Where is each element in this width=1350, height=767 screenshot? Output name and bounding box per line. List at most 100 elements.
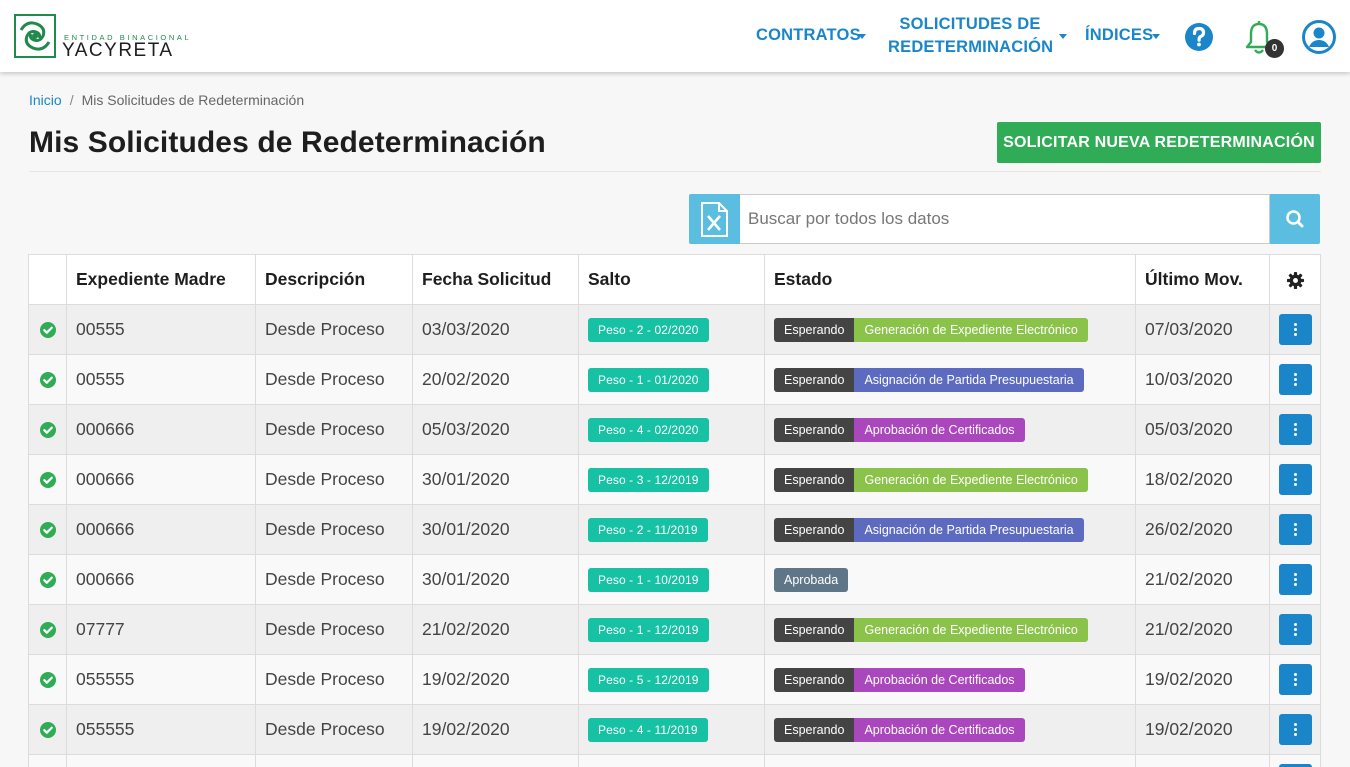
table-row[interactable]: 000666 Desde Proceso 30/01/2020 Peso - 1…	[28, 554, 1321, 605]
brand-logo[interactable]: ENTIDAD BINACIONAL YACYRETA	[14, 14, 214, 61]
row-status-cell	[28, 354, 67, 405]
header-ultimo-mov[interactable]: Último Mov.	[1135, 254, 1270, 305]
nav-indices[interactable]: ÍNDICES	[1085, 24, 1153, 47]
estado-prefix: Esperando	[774, 667, 855, 692]
salto-badge: Peso - 4 - 02/2020	[588, 417, 709, 442]
header-estado[interactable]: Estado	[764, 254, 1136, 305]
nav-solicitudes-line1: SOLICITUDES DE	[899, 15, 1041, 33]
search-input[interactable]	[740, 194, 1270, 244]
table-row[interactable]: 000666 Desde Proceso 30/01/2020 Peso - 3…	[28, 454, 1321, 505]
header-expediente[interactable]: Expediente Madre	[66, 254, 256, 305]
row-status-cell	[28, 604, 67, 655]
nav-solicitudes-line2: REDETERMINACIÓN	[888, 38, 1054, 56]
row-status-cell	[28, 554, 67, 605]
row-status-cell	[28, 404, 67, 455]
estado-label: Aprobación de Certificados	[854, 717, 1025, 742]
header-fecha[interactable]: Fecha Solicitud	[412, 254, 579, 305]
expediente-cell: 00555	[66, 304, 256, 355]
salto-badge: Peso - 1 - 12/2019	[588, 617, 709, 642]
row-actions-button[interactable]	[1278, 714, 1312, 745]
header-descripcion[interactable]: Descripción	[255, 254, 413, 305]
salto-cell: Peso - 1 - 01/2020	[578, 354, 765, 405]
row-actions-button[interactable]	[1278, 364, 1312, 395]
row-status-cell	[28, 304, 67, 355]
table-row[interactable]: 00555 Desde Proceso 03/03/2020 Peso - 2 …	[28, 304, 1321, 355]
help-icon[interactable]	[1184, 22, 1214, 52]
ultimo-mov-cell: 21/02/2020	[1135, 554, 1270, 605]
expediente-cell: 000666	[66, 454, 256, 505]
brand-name: YACYRETA	[62, 40, 174, 61]
row-status-cell	[28, 504, 67, 555]
table-row[interactable]: 07777 Desde Proceso 21/02/2020 Peso - 1 …	[28, 604, 1321, 655]
ultimo-mov-cell: 10/03/2020	[1135, 354, 1270, 405]
descripcion-cell: Desde Proceso	[255, 554, 413, 605]
page-title: Mis Solicitudes de Redeterminación	[29, 126, 546, 159]
estado-badge: Esperando Generación de Expediente Electr…	[774, 467, 1088, 492]
breadcrumb-home-link[interactable]: Inicio	[29, 92, 62, 108]
fecha-solicitud-cell: 03/03/2020	[412, 304, 579, 355]
check-circle-icon	[39, 422, 56, 439]
estado-label: Generación de Expediente Electrónico	[854, 617, 1088, 642]
new-redetermination-button[interactable]: SOLICITAR NUEVA REDETERMINACIÓN	[997, 122, 1321, 163]
salto-cell: Peso - 2 - 02/2020	[578, 304, 765, 355]
table-row[interactable]: 055555 Desde Proceso 19/02/2020 Peso - 4…	[28, 704, 1321, 755]
nav-solicitudes[interactable]: SOLICITUDES DE REDETERMINACIÓN	[888, 13, 1054, 59]
row-actions-button[interactable]	[1278, 664, 1312, 695]
row-status-cell	[28, 654, 67, 705]
notifications-count-badge: 0	[1265, 39, 1284, 58]
row-actions-button[interactable]	[1278, 414, 1312, 445]
row-actions-button[interactable]	[1278, 514, 1312, 545]
row-actions-cell	[1269, 704, 1321, 755]
nav-contratos[interactable]: CONTRATOS	[756, 24, 861, 47]
search-button[interactable]	[1270, 194, 1320, 244]
row-actions-button[interactable]	[1278, 314, 1312, 345]
estado-label: Asignación de Partida Presupuestaria	[854, 517, 1084, 542]
check-circle-icon	[39, 522, 56, 539]
fecha-solicitud-cell: 19/02/2020	[412, 704, 579, 755]
estado-badge: Esperando Asignación de Partida Presupues…	[774, 517, 1084, 542]
salto-badge: Peso - 2 - 02/2020	[588, 317, 709, 342]
top-navbar: ENTIDAD BINACIONAL YACYRETA CONTRATOS SO…	[0, 0, 1350, 72]
table-row[interactable]: 000666 Desde Proceso 30/01/2020 Peso - 2…	[28, 504, 1321, 555]
row-status-cell	[28, 754, 67, 767]
fecha-solicitud-cell: 19/02/2020	[412, 654, 579, 705]
salto-badge: Peso - 1 - 01/2020	[588, 367, 709, 392]
descripcion-cell: Desde Proceso	[255, 454, 413, 505]
estado-badge: Esperando Aprobación de Certificados	[774, 717, 1025, 742]
row-actions-cell	[1269, 504, 1321, 555]
estado-cell: Esperando Generación de Expediente Electr…	[764, 454, 1136, 505]
header-salto[interactable]: Salto	[578, 254, 765, 305]
row-actions-button[interactable]	[1278, 464, 1312, 495]
fecha-solicitud-cell: 30/01/2020	[412, 504, 579, 555]
salto-cell: Peso - 4 - 02/2020	[578, 404, 765, 455]
chevron-down-icon	[858, 34, 866, 39]
check-circle-icon	[39, 722, 56, 739]
table-header-row: Expediente Madre Descripción Fecha Solic…	[28, 254, 1321, 305]
table-row[interactable]: 055555 Desde Proceso 19/02/2020 Peso - 5…	[28, 654, 1321, 705]
table-row[interactable]: 00555 Desde Proceso 20/02/2020 Peso - 1 …	[28, 354, 1321, 405]
row-status-cell	[28, 454, 67, 505]
estado-label: Aprobación de Certificados	[854, 667, 1025, 692]
check-circle-icon	[39, 622, 56, 639]
gear-icon[interactable]	[1286, 271, 1305, 290]
row-actions-button[interactable]	[1278, 614, 1312, 645]
row-actions-cell	[1269, 354, 1321, 405]
estado-cell: Esperando Asignación de Partida Presupues…	[764, 354, 1136, 405]
ultimo-mov-cell: 18/02/2020	[1135, 454, 1270, 505]
breadcrumb-current: Mis Solicitudes de Redeterminación	[81, 92, 305, 108]
ultimo-mov-cell	[1135, 754, 1270, 767]
estado-label: Generación de Expediente Electrónico	[854, 317, 1088, 342]
estado-cell: EsperandoAprobación de Certificados	[764, 754, 1136, 767]
user-account-icon[interactable]	[1302, 20, 1336, 54]
estado-badge: Esperando Generación de Expediente Electr…	[774, 617, 1088, 642]
estado-cell: Esperando Asignación de Partida Presupues…	[764, 504, 1136, 555]
expediente-cell: 055555	[66, 704, 256, 755]
table-row[interactable]: 000666 Desde Proceso 05/03/2020 Peso - 4…	[28, 404, 1321, 455]
ultimo-mov-cell: 19/02/2020	[1135, 704, 1270, 755]
export-excel-button[interactable]	[689, 194, 740, 244]
table-row[interactable]: EsperandoAprobación de Certificados	[28, 754, 1321, 767]
header-settings[interactable]	[1269, 254, 1321, 305]
row-actions-button[interactable]	[1278, 564, 1312, 595]
fecha-solicitud-cell: 30/01/2020	[412, 554, 579, 605]
descripcion-cell: Desde Proceso	[255, 654, 413, 705]
